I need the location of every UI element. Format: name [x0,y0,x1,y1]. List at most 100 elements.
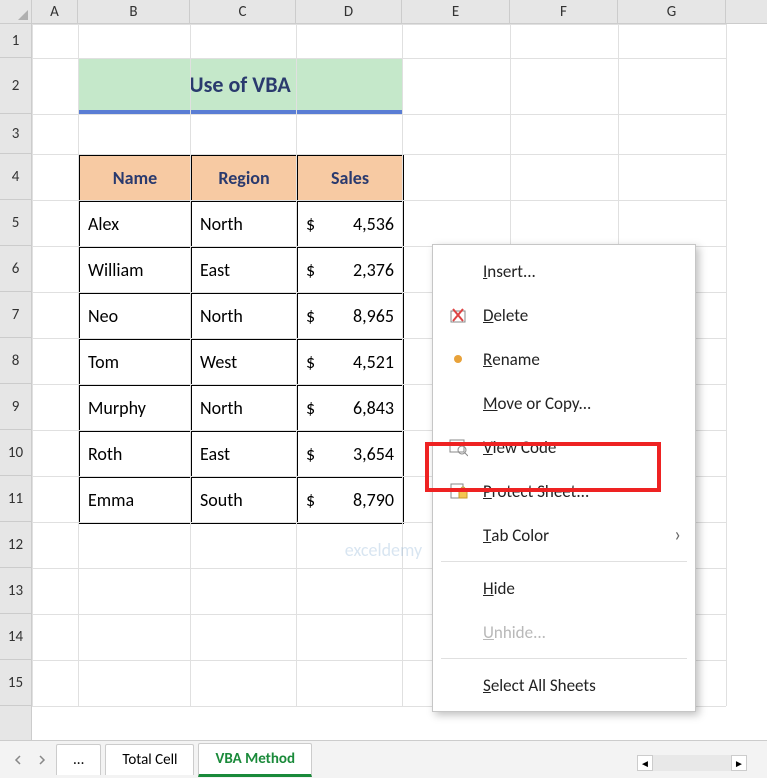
table-row: EmmaSouth$ 8,790 [79,477,403,523]
cell-region[interactable]: East [191,247,297,293]
col-header[interactable]: D [296,0,402,23]
menu-tab-key: T [483,525,491,546]
menu-separator [441,561,687,562]
cell-name[interactable]: Alex [79,201,191,247]
menu-rename-key: R [483,349,492,370]
tab-nav-prev[interactable] [8,750,28,770]
row-header[interactable]: 2 [0,58,31,114]
row-header[interactable]: 10 [0,430,31,476]
menu-delete[interactable]: Delete [433,293,695,337]
row-header[interactable]: 7 [0,292,31,338]
row-header[interactable]: 1 [0,24,31,58]
tab-vba-method[interactable]: VBA Method [198,743,312,777]
tab-total-cell[interactable]: Total Cell [105,744,194,775]
view-code-icon [447,436,469,458]
menu-unhide: Unhide... [433,610,695,654]
row-header[interactable]: 12 [0,522,31,568]
cell-region[interactable]: North [191,201,297,247]
menu-rename-label: ename [492,349,540,370]
cell-sales[interactable]: $ 3,654 [297,431,403,477]
cell-sales[interactable]: $ 8,790 [297,477,403,523]
menu-view-code[interactable]: View Code [433,425,695,469]
row-header[interactable]: 15 [0,660,31,706]
col-header-name: Name [79,155,191,201]
cell-name[interactable]: Neo [79,293,191,339]
menu-tab-label: ab Color [491,525,549,546]
cell-region[interactable]: North [191,385,297,431]
title-cell: Use of VBA [78,58,402,114]
row-header[interactable]: 9 [0,384,31,430]
title-text: Use of VBA [189,71,290,98]
menu-hide-key: H [483,578,494,599]
row-header[interactable]: 13 [0,568,31,614]
menu-view-key: V [483,437,493,458]
menu-hide[interactable]: Hide [433,566,695,610]
row-header[interactable]: 11 [0,476,31,522]
cell-name[interactable]: Roth [79,431,191,477]
menu-protect-sheet[interactable]: Protect Sheet... [433,469,695,513]
menu-select-all-sheets[interactable]: Select All Sheets [433,663,695,707]
col-header[interactable]: B [78,0,190,23]
tab-bar: ... Total Cell VBA Method ◄ ► [0,740,767,778]
menu-select-label: elect All Sheets [491,675,596,696]
horizontal-scrollbar[interactable]: ◄ ► [637,754,747,772]
table-header-row: Name Region Sales [79,155,403,201]
table-row: WilliamEast$ 2,376 [79,247,403,293]
row-header[interactable]: 8 [0,338,31,384]
menu-tab-color[interactable]: Tab Color [433,513,695,557]
row-header[interactable]: 3 [0,114,31,154]
scroll-track[interactable] [653,755,731,771]
scroll-left-icon[interactable]: ◄ [637,755,653,771]
scroll-right-icon[interactable]: ► [731,755,747,771]
protect-icon [447,480,469,502]
menu-move-copy[interactable]: Move or Copy... [433,381,695,425]
menu-separator [441,658,687,659]
cell-region[interactable]: East [191,431,297,477]
select-all-cells[interactable] [0,0,32,23]
menu-unhide-key: U [483,622,494,643]
menu-insert[interactable]: Insert... [433,249,695,293]
table-row: MurphyNorth$ 6,843 [79,385,403,431]
row-header[interactable]: 14 [0,614,31,660]
cell-sales[interactable]: $ 2,376 [297,247,403,293]
tab-nav-next[interactable] [32,750,52,770]
col-header[interactable]: A [32,0,78,23]
menu-select-key: S [483,675,491,696]
col-header-sales: Sales [297,155,403,201]
data-table: Name Region Sales AlexNorth$ 4,536Willia… [78,154,404,524]
menu-hide-label: ide [494,578,515,599]
row-header[interactable]: 6 [0,246,31,292]
menu-unhide-label: nhide... [494,622,546,643]
row-header[interactable]: 4 [0,154,31,200]
cell-name[interactable]: Murphy [79,385,191,431]
cell-sales[interactable]: $ 4,521 [297,339,403,385]
cell-sales[interactable]: $ 4,536 [297,201,403,247]
menu-rename[interactable]: Rename [433,337,695,381]
col-header[interactable]: C [190,0,296,23]
row-headers: 123456789101112131415 [0,24,32,740]
table-row: NeoNorth$ 8,965 [79,293,403,339]
menu-delete-key: D [483,305,493,326]
table-row: AlexNorth$ 4,536 [79,201,403,247]
col-header-region: Region [191,155,297,201]
cell-region[interactable]: North [191,293,297,339]
menu-protect-key: P [483,481,492,502]
cell-sales[interactable]: $ 6,843 [297,385,403,431]
delete-icon [447,304,469,326]
menu-view-label: iew Code [493,437,557,458]
col-header[interactable]: G [618,0,726,23]
cell-name[interactable]: Tom [79,339,191,385]
col-header[interactable]: E [402,0,510,23]
row-header[interactable]: 5 [0,200,31,246]
cell-name[interactable]: Emma [79,477,191,523]
menu-protect-label: rotect Sheet... [492,481,589,502]
cell-region[interactable]: West [191,339,297,385]
col-header[interactable]: F [510,0,618,23]
menu-move-label: ove or Copy... [498,393,592,414]
menu-insert-label: nsert... [487,261,536,282]
menu-delete-label: elete [493,305,528,326]
tab-overflow[interactable]: ... [56,744,101,775]
cell-sales[interactable]: $ 8,965 [297,293,403,339]
cell-name[interactable]: William [79,247,191,293]
cell-region[interactable]: South [191,477,297,523]
